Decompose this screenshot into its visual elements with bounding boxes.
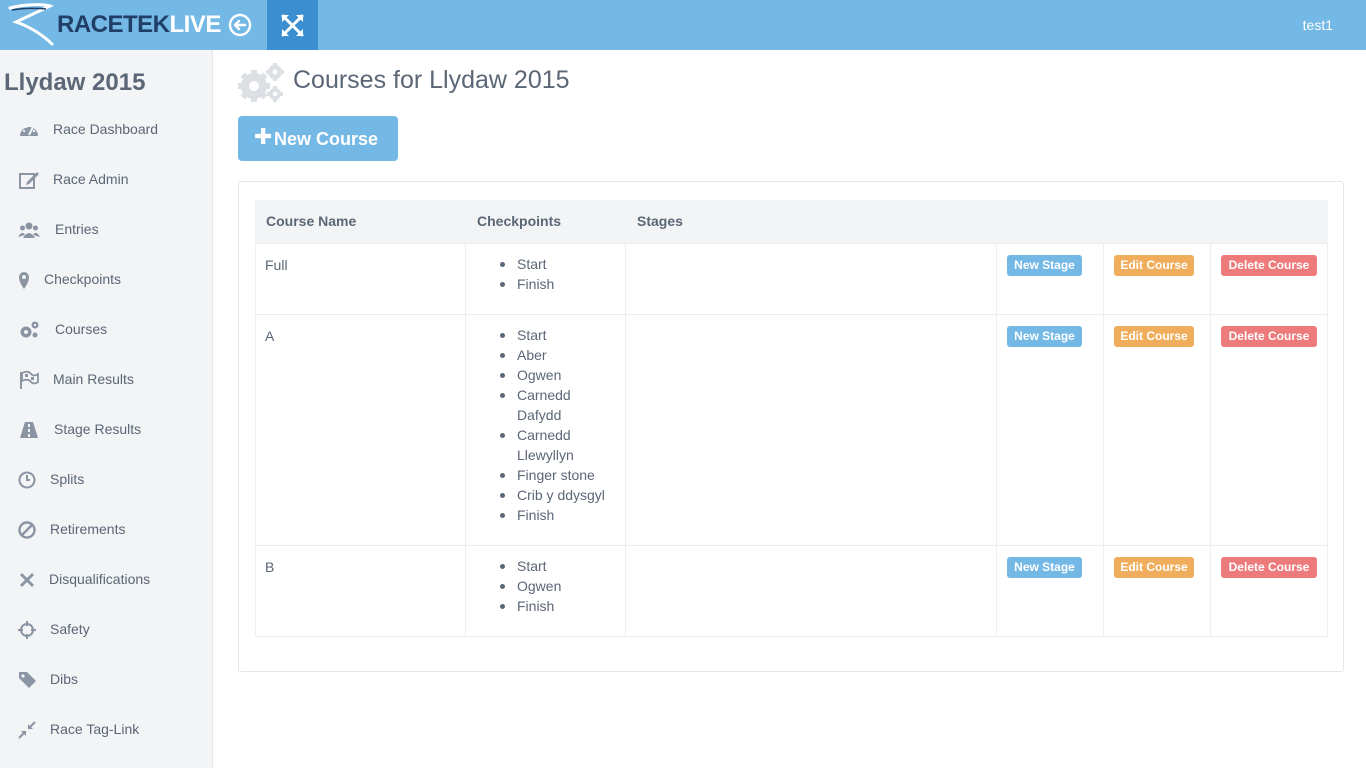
list-item: Finger stone — [497, 465, 627, 485]
user-menu[interactable]: test1 — [1303, 17, 1333, 33]
edit-icon — [19, 172, 39, 189]
list-item: Crib y ddysgyl — [497, 485, 627, 505]
new-course-label: New Course — [274, 129, 379, 149]
clock-icon — [18, 471, 36, 489]
delete-course-button[interactable]: Delete Course — [1221, 255, 1317, 276]
sidebar-item-label: Disqualifications — [49, 571, 151, 587]
sidebar-item-label: Retirements — [50, 521, 126, 537]
tag-icon — [19, 672, 36, 688]
list-item: Finish — [497, 505, 627, 525]
sidebar-item-dibs[interactable]: Dibs — [0, 660, 212, 700]
table-border — [255, 636, 1328, 637]
table-row: A Start Aber Ogwen Carnedd Dafydd Carned… — [255, 314, 1328, 546]
sidebar-item-safety[interactable]: Safety — [0, 610, 212, 650]
table-row: Full Start Finish New Stage Edit Course … — [255, 243, 1328, 315]
list-item: Aber — [497, 345, 627, 365]
sidebar-item-label: Race Admin — [53, 171, 129, 187]
sidebar-item-race-admin[interactable]: Race Admin — [0, 160, 212, 200]
times-icon — [19, 572, 35, 588]
new-stage-button[interactable]: New Stage — [1007, 557, 1082, 578]
edit-course-button[interactable]: Edit Course — [1114, 326, 1194, 347]
sidebar-item-label: Checkpoints — [44, 271, 122, 287]
course-name-cell: A — [265, 328, 275, 344]
list-item: Finish — [497, 596, 627, 616]
courses-panel: Course Name Checkpoints Stages Full Star… — [238, 181, 1344, 672]
flag-icon — [20, 370, 39, 389]
course-name-cell: B — [265, 559, 275, 575]
sidebar: Llydaw 2015 Race Dashboard Race Admin En… — [0, 50, 213, 768]
column-header-stages: Stages — [637, 213, 683, 229]
list-item: Carnedd Llewyllyn — [497, 425, 587, 465]
sidebar-item-courses[interactable]: Courses — [0, 310, 212, 350]
sidebar-item-label: Entries — [55, 221, 99, 237]
table-row: B Start Ogwen Finish New Stage Edit Cour… — [255, 545, 1328, 637]
column-header-checkpoints: Checkpoints — [477, 213, 562, 229]
list-item: Finish — [497, 274, 627, 294]
sidebar-item-disqualifications[interactable]: Disqualifications — [0, 560, 212, 600]
column-header-course-name: Course Name — [266, 213, 357, 229]
brand-name-part2: LIVE — [169, 11, 222, 38]
brand-name-part1: RACETEK — [57, 11, 170, 38]
brand-name: RACETEKLIVE — [57, 11, 221, 39]
sidebar-item-label: Safety — [50, 621, 90, 637]
logo-swoosh-icon — [8, 3, 55, 46]
sidebar-item-label: Dibs — [50, 671, 79, 687]
sidebar-item-stage-results[interactable]: Stage Results — [0, 410, 212, 450]
sidebar-item-label: Main Results — [53, 371, 134, 387]
sidebar-item-entries[interactable]: Entries — [0, 210, 212, 250]
sidebar-item-checkpoints[interactable]: Checkpoints — [0, 260, 212, 300]
edit-course-button[interactable]: Edit Course — [1114, 255, 1194, 276]
list-item: Start — [497, 254, 627, 274]
cogs-icon — [238, 63, 284, 102]
plus-icon: ✚ — [254, 124, 273, 149]
table-header: Course Name Checkpoints Stages — [255, 200, 1328, 243]
new-stage-button[interactable]: New Stage — [1007, 255, 1082, 276]
sidebar-item-label: Stage Results — [54, 421, 142, 437]
sidebar-item-splits[interactable]: Splits — [0, 460, 212, 500]
compress-icon — [18, 721, 36, 739]
top-bar: RACETEKLIVE test1 — [0, 0, 1366, 50]
expand-arrows-icon — [281, 14, 304, 37]
ban-icon — [18, 521, 36, 539]
list-item: Carnedd Dafydd — [497, 385, 587, 425]
cogs-icon — [20, 321, 39, 338]
fullscreen-toggle-button[interactable] — [267, 0, 318, 50]
sidebar-item-race-dashboard[interactable]: Race Dashboard — [0, 110, 212, 150]
back-button[interactable] — [227, 12, 253, 38]
map-marker-icon — [19, 272, 29, 289]
sidebar-item-label: Race Dashboard — [53, 121, 159, 137]
sidebar-item-label: Splits — [50, 471, 85, 487]
delete-course-button[interactable]: Delete Course — [1221, 557, 1317, 578]
sidebar-item-retirements[interactable]: Retirements — [0, 510, 212, 550]
race-title: Llydaw 2015 — [4, 69, 146, 96]
sidebar-item-race-tag-link[interactable]: Race Tag-Link — [0, 710, 212, 750]
list-item: Ogwen — [497, 576, 627, 596]
brand-logo[interactable]: RACETEKLIVE — [4, 0, 221, 50]
edit-course-button[interactable]: Edit Course — [1114, 557, 1194, 578]
page-title: Courses for Llydaw 2015 — [293, 66, 570, 94]
list-item: Ogwen — [497, 365, 627, 385]
list-item: Start — [497, 325, 627, 345]
delete-course-button[interactable]: Delete Course — [1221, 326, 1317, 347]
sidebar-item-label: Race Tag-Link — [50, 721, 140, 737]
checkpoint-list: Start Finish — [497, 254, 627, 294]
list-item: Start — [497, 556, 627, 576]
new-course-button[interactable]: ✚ New Course — [238, 116, 398, 161]
new-stage-button[interactable]: New Stage — [1007, 326, 1082, 347]
users-icon — [18, 222, 40, 238]
sidebar-item-label: Courses — [55, 321, 108, 337]
back-arrow-circle-icon — [228, 13, 252, 37]
road-icon — [20, 422, 38, 438]
checkpoint-list: Start Ogwen Finish — [497, 556, 627, 616]
checkpoint-list: Start Aber Ogwen Carnedd Dafydd Carnedd … — [497, 325, 627, 525]
course-name-cell: Full — [265, 257, 288, 273]
crosshairs-icon — [18, 621, 36, 639]
sidebar-item-main-results[interactable]: Main Results — [0, 360, 212, 400]
dashboard-icon — [20, 125, 38, 136]
